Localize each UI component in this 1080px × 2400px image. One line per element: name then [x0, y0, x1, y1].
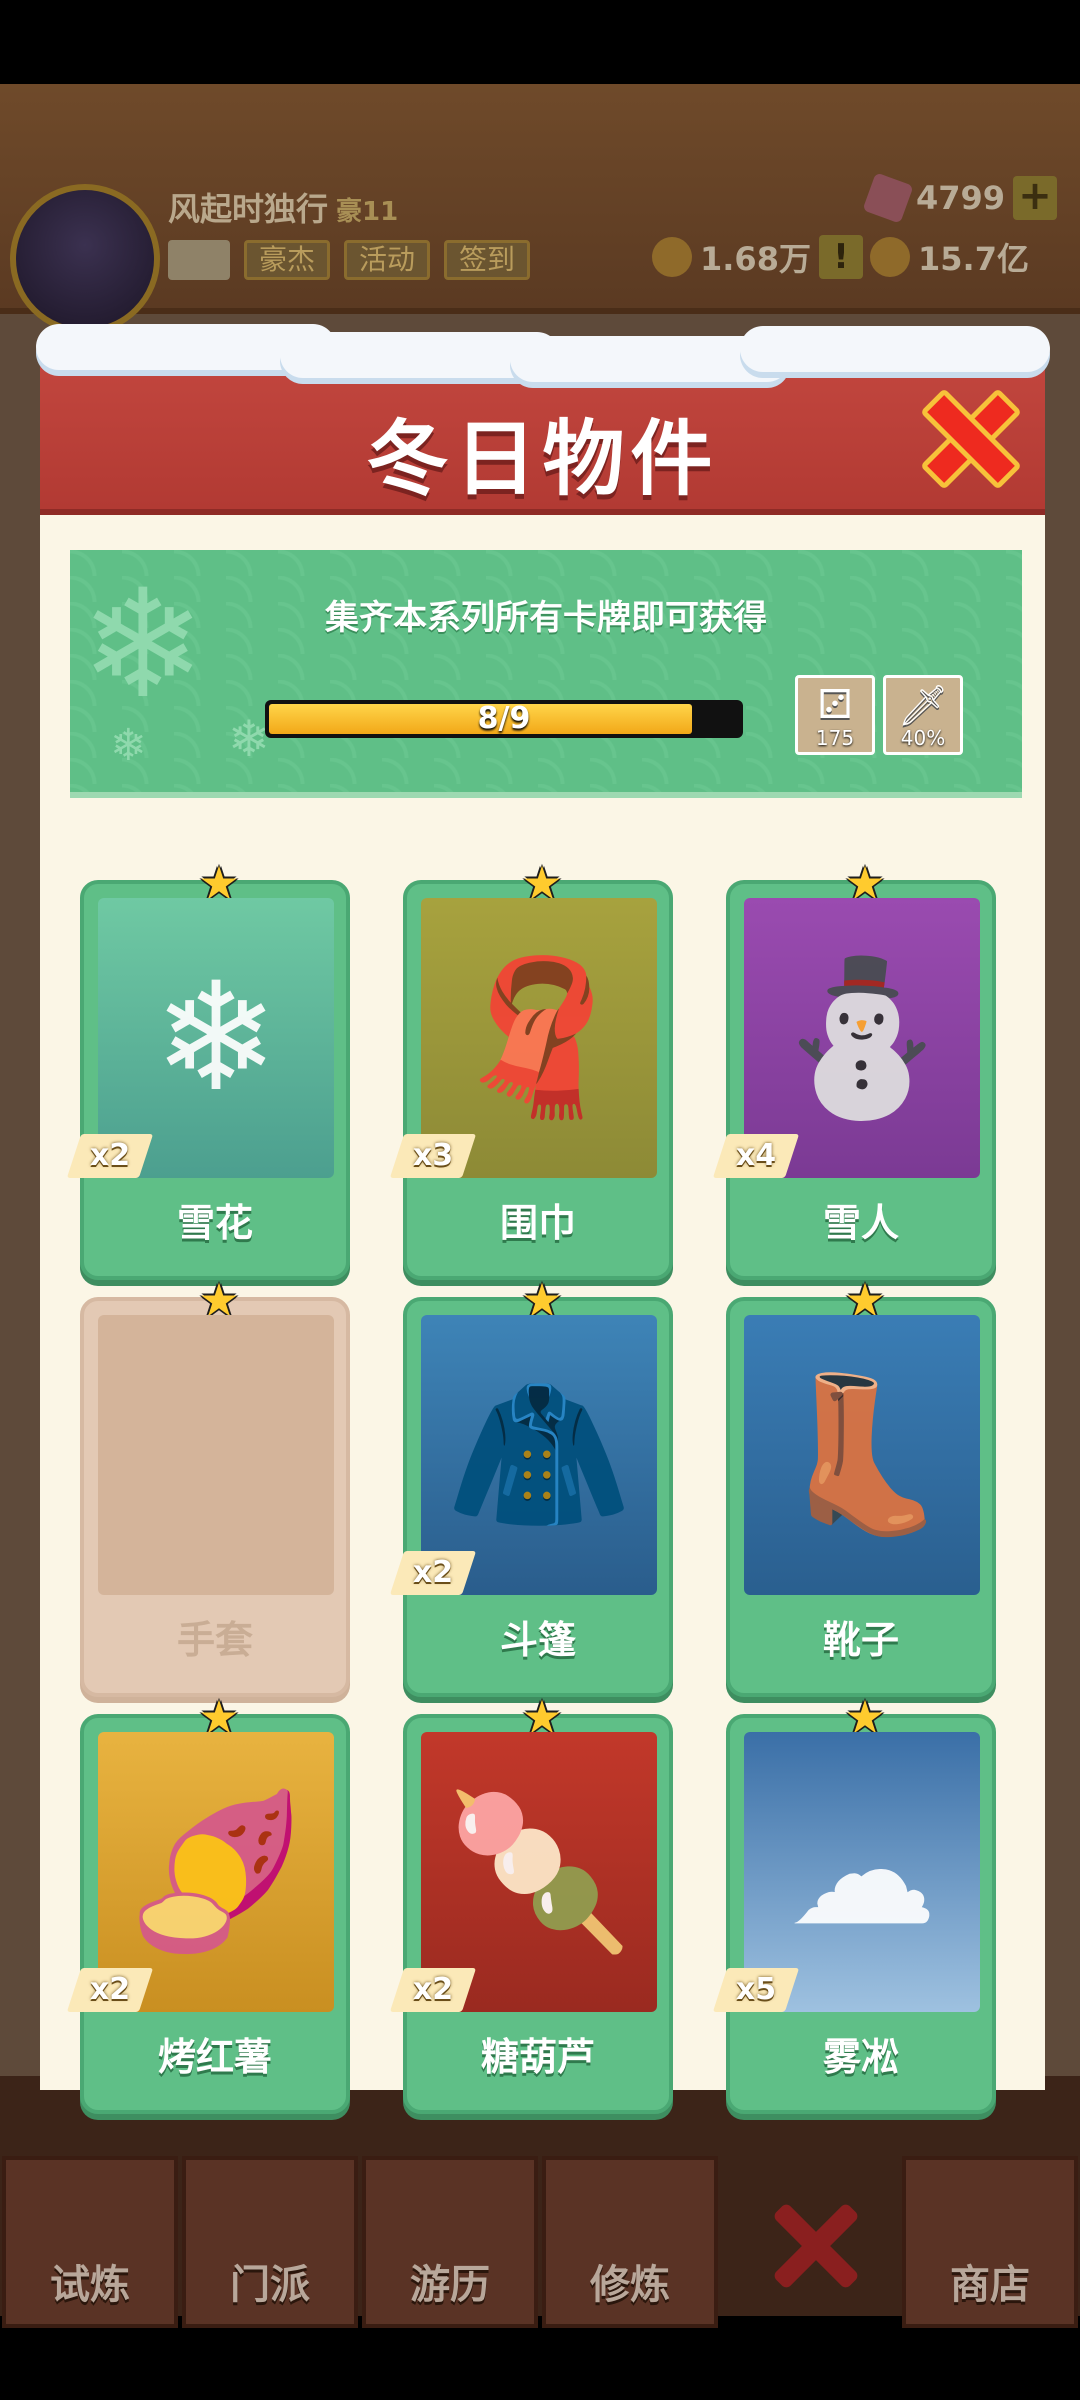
tab-sect-label: 门派	[230, 2262, 310, 2308]
card-label: 雾凇	[822, 2035, 899, 2079]
coin-icon	[870, 237, 910, 277]
card-count-text: x2	[412, 1972, 454, 2007]
gloves-art	[98, 1315, 334, 1595]
boots-icon: 👢	[768, 1368, 956, 1542]
card-boots[interactable]: ★ 👢 靴子	[726, 1277, 996, 1697]
reward-sword[interactable]: 🗡 40%	[883, 675, 963, 755]
card-candy[interactable]: ★ 🍡 x2 糖葫芦	[389, 1694, 673, 2114]
coin-counter: 15.7亿	[870, 234, 1029, 280]
tab-trial-label: 试炼	[50, 2262, 130, 2308]
card-label: 斗篷	[499, 1618, 576, 1662]
player-header: 风起时独行 豪11 豪杰 活动 签到 4799 + 1.68万 ! 15.7亿	[0, 84, 1080, 334]
tag-hero: 豪杰	[244, 240, 331, 280]
plus-icon: +	[1013, 176, 1058, 220]
card-count-text: x2	[89, 1138, 131, 1173]
tab-trial: 试炼	[2, 2156, 178, 2328]
card-rime[interactable]: ★ ☁ x5 雾凇	[712, 1694, 996, 2114]
card-cloak[interactable]: ★ 🧥 x2 斗篷	[389, 1277, 673, 1697]
card-count-text: x3	[412, 1138, 454, 1173]
sword-icon: 🗡	[897, 683, 949, 729]
progress-text: 8/9	[477, 701, 531, 736]
snowflake-icon: ❄	[228, 710, 270, 768]
tab-travel-label: 游历	[410, 2262, 490, 2308]
player-rank: 豪11	[336, 197, 399, 227]
card-count-badge: x2	[389, 1551, 477, 1595]
card-label: 靴子	[822, 1618, 899, 1662]
card-label: 烤红薯	[157, 2035, 272, 2079]
reward-dice[interactable]: ⚂ 175	[795, 675, 875, 755]
card-gloves[interactable]: ★ 手套	[80, 1277, 350, 1697]
card-count-text: x2	[89, 1972, 131, 2007]
snow-decoration	[740, 326, 1050, 372]
gem-icon	[862, 172, 914, 224]
tab-cultivate: 修炼	[542, 2156, 718, 2328]
reward-count: 175	[815, 726, 855, 750]
coin-value: 15.7亿	[918, 240, 1029, 278]
card-label: 糖葫芦	[480, 2035, 595, 2079]
nav-close-icon	[770, 2200, 860, 2290]
gem-value: 4799	[916, 179, 1006, 217]
modal-body: ❄ ❄ ❄ 集齐本系列所有卡牌即可获得 8/9 ⚂ 175 🗡 40% ★ ❄ x2…	[40, 515, 1045, 2114]
power-value: 1.68万	[700, 240, 811, 278]
card-count-badge: x3	[389, 1134, 477, 1178]
player-name-text: 风起时独行	[168, 190, 329, 228]
card-potato[interactable]: ★ 🍠 x2 烤红薯	[66, 1694, 350, 2114]
card-snowflake[interactable]: ★ ❄ x2 雪花	[66, 860, 350, 1280]
card-count-text: x4	[735, 1138, 777, 1173]
collection-progress-bar: 8/9	[265, 700, 743, 738]
power-icon	[652, 237, 692, 277]
reward-count: 40%	[900, 726, 946, 750]
card-count-text: x5	[735, 1972, 777, 2007]
tab-shop-label: 商店	[950, 2262, 1030, 2308]
card-count-badge: x5	[712, 1968, 800, 2012]
tab-sect: 门派	[182, 2156, 358, 2328]
card-count-badge: x2	[66, 1968, 154, 2012]
snowflake-icon: ❄	[110, 720, 147, 771]
banner-text: 集齐本系列所有卡牌即可获得	[325, 598, 767, 638]
card-label: 雪花	[176, 1201, 253, 1245]
tab-travel: 游历	[362, 2156, 538, 2328]
player-avatar	[10, 184, 160, 334]
card-label: 雪人	[822, 1201, 899, 1245]
mail-icon	[168, 240, 230, 280]
boots-art: 👢	[744, 1315, 980, 1595]
power-counter: 1.68万 !	[652, 234, 863, 280]
card-count-badge: x4	[712, 1134, 800, 1178]
card-snowman[interactable]: ★ ⛄ x4 雪人	[712, 860, 996, 1280]
tab-cultivate-label: 修炼	[590, 2262, 670, 2308]
tag-checkin: 签到	[444, 240, 531, 280]
player-tags: 豪杰 活动 签到	[168, 240, 531, 280]
card-label: 围巾	[499, 1201, 576, 1245]
close-button[interactable]	[920, 388, 1012, 480]
player-name: 风起时独行 豪11	[168, 184, 398, 230]
set-reward-banner: ❄ ❄ ❄ 集齐本系列所有卡牌即可获得 8/9 ⚂ 175 🗡 40%	[70, 550, 1022, 798]
card-count-badge: x2	[66, 1134, 154, 1178]
gem-counter: 4799 +	[862, 172, 1058, 224]
dice-icon: ⚂	[817, 682, 853, 728]
tab-shop: 商店	[902, 2156, 1078, 2328]
alert-icon: !	[818, 235, 863, 279]
card-label: 手套	[176, 1618, 253, 1662]
card-count-badge: x2	[389, 1968, 477, 2012]
modal-title: 冬日物件	[366, 412, 719, 507]
card-count-text: x2	[412, 1555, 454, 1590]
tag-event: 活动	[344, 240, 431, 280]
collection-modal: 冬日物件 ❄ ❄ ❄ 集齐本系列所有卡牌即可获得 8/9 ⚂ 175 🗡 40%	[36, 324, 1050, 2114]
card-scarf[interactable]: ★ 🧣 x3 围巾	[389, 860, 673, 1280]
